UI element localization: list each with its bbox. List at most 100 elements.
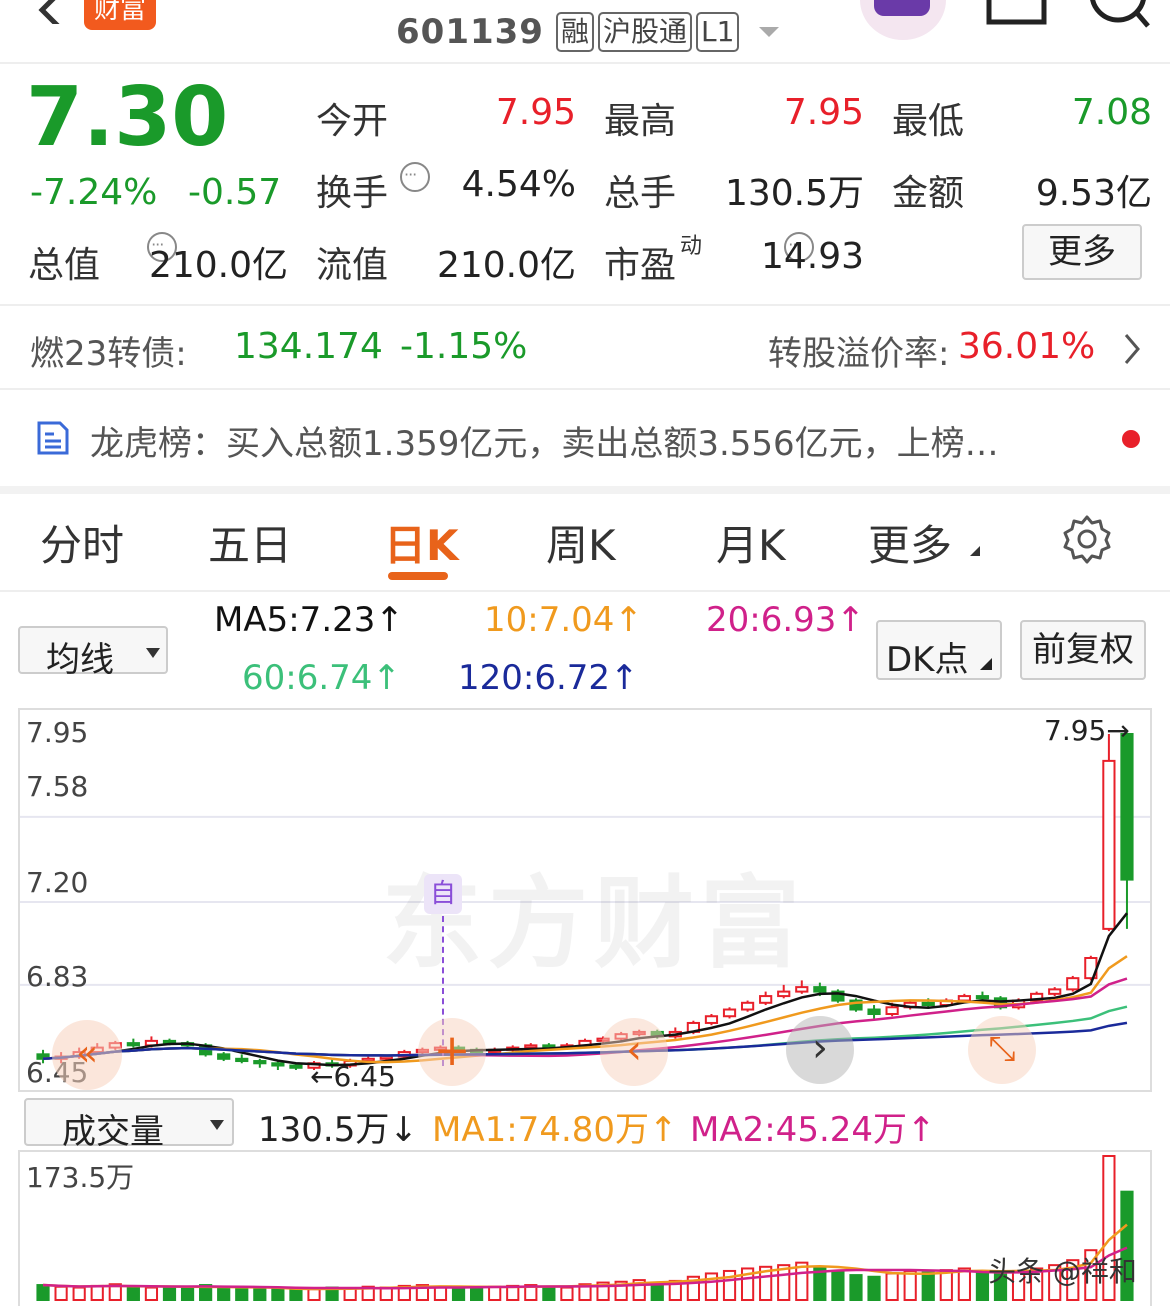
stock-code: 601139: [396, 12, 544, 52]
caret-down-icon: [210, 1120, 224, 1130]
ma20-value: 20:6.93↑: [706, 600, 865, 640]
fullscreen-button[interactable]: ⤡: [968, 1016, 1036, 1084]
market-value-label: 总值: [28, 245, 101, 286]
candle: [1066, 977, 1080, 991]
volume-chart[interactable]: 173.5万 头条 @祥和: [18, 1150, 1152, 1306]
unread-dot: [1122, 430, 1140, 448]
chevron-left-icon[interactable]: [30, 0, 66, 24]
bond-price: 134.174: [234, 326, 383, 367]
section-gap: [0, 486, 1170, 494]
tab-weekly-k[interactable]: 周K: [546, 512, 616, 573]
bond-change: -1.15%: [400, 326, 528, 367]
ma-select[interactable]: 均线: [18, 626, 168, 680]
volume-bar: [180, 1285, 195, 1301]
tag-hk-connect: 沪股通: [597, 12, 692, 52]
open-value: 7.95: [495, 92, 576, 133]
divider: [0, 62, 1170, 64]
volume-bar: [560, 1286, 574, 1301]
volume-bar: [939, 1269, 953, 1302]
volume-ma1: MA1:74.80万↑: [432, 1110, 678, 1150]
volume-bar: [217, 1286, 231, 1301]
volume-bar: [849, 1274, 863, 1302]
adjust-button[interactable]: 前复权: [1020, 620, 1146, 680]
volume-bar: [343, 1287, 357, 1301]
dk-point-button[interactable]: DK点: [876, 620, 1002, 680]
share-icon[interactable]: [986, 0, 1048, 26]
chevron-right-icon[interactable]: [1122, 332, 1142, 366]
float-value-label: 流值: [316, 245, 389, 286]
volume-bar: [903, 1269, 917, 1302]
volume-max-label: 173.5万: [26, 1161, 135, 1194]
volume-bar: [162, 1287, 177, 1301]
pe-label: 市盈: [604, 245, 677, 286]
current-price: 7.30: [26, 70, 229, 165]
volume-value: 130.5万: [724, 173, 864, 214]
volume-bar: [488, 1285, 502, 1301]
ma10-value: 10:7.04↑: [484, 600, 643, 640]
caret-icon: [970, 546, 980, 556]
candle: [722, 1008, 737, 1018]
gear-icon[interactable]: [1062, 514, 1112, 564]
volume-bar: [885, 1272, 899, 1302]
avatar[interactable]: [860, 0, 946, 40]
candle: [524, 1044, 538, 1049]
pe-sup: 动: [680, 234, 703, 259]
volume-bar: [957, 1267, 971, 1302]
tab-daily-k[interactable]: 日K: [384, 512, 459, 573]
pe-value: 14.93: [760, 236, 864, 277]
stock-code-row[interactable]: 601139 融 沪股通 L1: [396, 12, 780, 52]
volume-bar: [451, 1286, 466, 1301]
high-value: 7.95: [783, 92, 864, 133]
candle: [777, 990, 791, 998]
divider: [0, 590, 1170, 592]
kline-chart[interactable]: 东方财富 7.95 7.58 7.20 6.83 6.45 7.95→ ←6.4…: [18, 708, 1152, 1093]
tag-margin: 融: [555, 12, 594, 52]
tab-more[interactable]: 更多: [868, 512, 952, 573]
volume-bar: [144, 1286, 159, 1301]
premium-label: 转股溢价率:: [768, 334, 950, 374]
bond-row[interactable]: 燃23转债: 134.174 -1.15% 转股溢价率: 36.01%: [0, 306, 1170, 388]
tag-level1: L1: [695, 12, 740, 52]
volume-bar: [271, 1287, 285, 1301]
float-value: 210.0亿: [436, 245, 576, 286]
tab-active-indicator: [388, 572, 448, 580]
candle: [1048, 988, 1062, 995]
candle: [1120, 733, 1134, 881]
ma-select-label: 均线: [46, 640, 114, 680]
scroll-left-button[interactable]: «: [52, 1020, 122, 1090]
lhb-row[interactable]: 龙虎榜：买入总额1.359亿元，卖出总额3.556亿元，上榜…: [0, 390, 1170, 486]
candle: [759, 995, 773, 1004]
more-button[interactable]: 更多: [1022, 224, 1142, 280]
volume-bar: [831, 1270, 845, 1302]
candle: [704, 1015, 719, 1024]
candle: [289, 1064, 303, 1069]
candle: [975, 995, 990, 1000]
volume-ma2: MA2:45.24万↑: [690, 1110, 936, 1150]
candle: [1102, 759, 1116, 930]
zoom-in-button[interactable]: +: [418, 1018, 486, 1086]
search-icon[interactable]: [1088, 0, 1154, 30]
y-label: 7.20: [26, 866, 89, 899]
self-marker[interactable]: 自: [424, 874, 462, 914]
high-marker: 7.95→: [1044, 714, 1130, 747]
info-icon[interactable]: [400, 162, 430, 192]
tab-intraday[interactable]: 分时: [40, 512, 124, 573]
volume-bar: [470, 1287, 484, 1301]
tab-five-day[interactable]: 五日: [208, 512, 292, 573]
high-label: 最高: [604, 101, 677, 142]
document-icon: [37, 421, 69, 455]
next-button[interactable]: ›: [786, 1016, 854, 1084]
volume-bar: [975, 1270, 990, 1302]
volume-select[interactable]: 成交量: [24, 1098, 234, 1152]
tab-monthly-k[interactable]: 月K: [716, 512, 786, 573]
volume-bar: [542, 1285, 556, 1301]
market-value: 210.0亿: [148, 245, 288, 286]
candle: [253, 1060, 267, 1065]
prev-button[interactable]: ‹: [600, 1018, 668, 1086]
candle: [126, 1042, 140, 1047]
caret-down-icon[interactable]: [759, 27, 780, 37]
low-value: 7.08: [1071, 92, 1152, 133]
low-marker: ←6.45: [310, 1060, 396, 1093]
open-label: 今开: [316, 101, 389, 142]
y-label: 7.58: [26, 770, 89, 803]
